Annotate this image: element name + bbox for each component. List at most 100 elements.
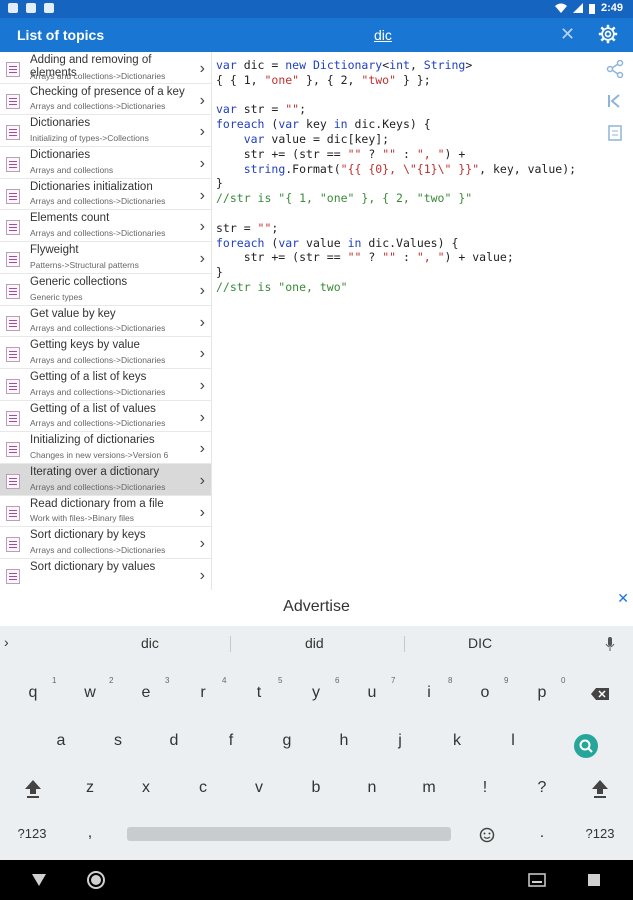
key-m[interactable]: m bbox=[409, 779, 449, 797]
topic-subtitle: Patterns->Structural patterns bbox=[30, 259, 139, 270]
topic-title: Getting of a list of values bbox=[30, 402, 156, 415]
emoji-icon[interactable] bbox=[479, 827, 495, 843]
list-item[interactable]: Checking of presence of a key Arrays and … bbox=[0, 84, 211, 116]
list-item[interactable]: Get value by key Arrays and collections->… bbox=[0, 306, 211, 338]
key-exclamation[interactable]: ! bbox=[465, 779, 505, 797]
chevron-right-icon: › bbox=[199, 281, 205, 299]
list-item-selected[interactable]: Iterating over a dictionary Arrays and co… bbox=[0, 463, 211, 496]
checklist-icon[interactable] bbox=[606, 124, 626, 144]
list-item[interactable]: Initializing of dictionaries Changes in n… bbox=[0, 432, 211, 464]
key-hint: 2 bbox=[109, 676, 114, 685]
symbols-key[interactable]: ?123 bbox=[12, 826, 52, 841]
key-hint: 8 bbox=[448, 676, 453, 685]
chevron-right-icon: › bbox=[199, 313, 205, 331]
clear-search-button[interactable]: ✕ bbox=[560, 24, 575, 45]
keyboard-icon[interactable] bbox=[528, 873, 546, 887]
suggestion-item[interactable]: did bbox=[305, 635, 324, 651]
backspace-icon[interactable] bbox=[590, 687, 610, 701]
key-s[interactable]: s bbox=[98, 732, 138, 750]
comma-key[interactable]: , bbox=[70, 824, 110, 842]
key-f[interactable]: f bbox=[211, 732, 251, 750]
list-item[interactable]: Getting keys by value Arrays and collecti… bbox=[0, 337, 211, 369]
key-u[interactable]: u bbox=[352, 684, 392, 702]
home-icon[interactable] bbox=[86, 870, 106, 890]
key-question[interactable]: ? bbox=[522, 779, 562, 797]
microphone-icon[interactable] bbox=[605, 636, 615, 652]
document-icon bbox=[6, 220, 20, 236]
search-icon bbox=[579, 739, 593, 753]
battery-icon bbox=[588, 3, 595, 14]
key-x[interactable]: x bbox=[126, 779, 166, 797]
key-e[interactable]: e bbox=[126, 684, 166, 702]
space-bar[interactable] bbox=[127, 827, 451, 841]
key-c[interactable]: c bbox=[183, 779, 223, 797]
topic-subtitle: Arrays and collections->Dictionaries bbox=[30, 545, 166, 555]
signal-icon bbox=[572, 3, 583, 13]
shift-icon[interactable] bbox=[24, 779, 42, 799]
ad-banner[interactable]: Advertise bbox=[0, 592, 633, 624]
key-h[interactable]: h bbox=[324, 732, 364, 750]
key-g[interactable]: g bbox=[267, 732, 307, 750]
chevron-right-icon: › bbox=[199, 345, 205, 363]
list-item[interactable]: Read dictionary from a file Work with fil… bbox=[0, 496, 211, 528]
period-key[interactable]: . bbox=[522, 824, 562, 842]
document-icon bbox=[6, 188, 20, 204]
key-w[interactable]: w bbox=[70, 684, 110, 702]
list-item[interactable]: Flyweight Patterns->Structural patterns › bbox=[0, 242, 211, 274]
key-k[interactable]: k bbox=[437, 732, 477, 750]
share-icon[interactable] bbox=[606, 59, 626, 80]
gear-icon[interactable] bbox=[598, 24, 618, 44]
shift-icon[interactable] bbox=[591, 779, 609, 799]
chevron-right-icon: › bbox=[199, 535, 205, 553]
list-item[interactable]: Dictionaries Arrays and collections › bbox=[0, 147, 211, 179]
suggestion-item[interactable]: DIC bbox=[468, 635, 492, 651]
list-item[interactable]: Adding and removing of elements Arrays an… bbox=[0, 52, 211, 84]
topic-subtitle: Work with files->Binary files bbox=[30, 513, 134, 524]
list-item[interactable]: Generic collections Generic types › bbox=[0, 274, 211, 306]
document-icon bbox=[6, 315, 20, 331]
ad-close-button[interactable]: ✕ bbox=[617, 590, 629, 607]
topic-title: Sort dictionary by keys bbox=[30, 529, 146, 542]
collapse-left-icon[interactable] bbox=[606, 92, 626, 112]
key-o[interactable]: o bbox=[465, 684, 505, 702]
topic-title: Elements count bbox=[30, 212, 110, 225]
side-toolbar bbox=[606, 59, 628, 156]
key-r[interactable]: r bbox=[183, 684, 223, 702]
suggestion-item[interactable]: dic bbox=[141, 635, 159, 651]
key-n[interactable]: n bbox=[352, 779, 392, 797]
topic-title: Getting of a list of keys bbox=[30, 370, 147, 383]
key-d[interactable]: d bbox=[154, 732, 194, 750]
document-icon bbox=[6, 283, 20, 299]
list-item[interactable]: Dictionaries Initializing of types->Colle… bbox=[0, 115, 211, 148]
recents-icon[interactable] bbox=[587, 873, 601, 887]
list-item[interactable]: Dictionaries initialization Arrays and co… bbox=[0, 179, 211, 211]
document-icon bbox=[6, 442, 20, 458]
document-icon bbox=[6, 410, 20, 426]
back-icon[interactable] bbox=[31, 873, 47, 887]
key-p[interactable]: p bbox=[522, 684, 562, 702]
list-item[interactable]: Elements count Arrays and collections->Di… bbox=[0, 210, 211, 243]
key-i[interactable]: i bbox=[409, 684, 449, 702]
key-a[interactable]: a bbox=[41, 732, 81, 750]
list-item[interactable]: Getting of a list of keys Arrays and coll… bbox=[0, 369, 211, 401]
list-item[interactable]: Sort dictionary by keys Arrays and collec… bbox=[0, 527, 211, 559]
list-item[interactable]: Getting of a list of values Arrays and co… bbox=[0, 401, 211, 433]
key-v[interactable]: v bbox=[239, 779, 279, 797]
search-key-button[interactable] bbox=[574, 734, 598, 758]
chevron-right-icon[interactable]: › bbox=[4, 634, 9, 650]
key-t[interactable]: t bbox=[239, 684, 279, 702]
chevron-right-icon: › bbox=[199, 60, 205, 77]
list-item[interactable]: Sort dictionary by values › bbox=[0, 559, 211, 590]
page-title: List of topics bbox=[17, 27, 105, 43]
symbols-key-right[interactable]: ?123 bbox=[580, 826, 620, 841]
topic-list[interactable]: Adding and removing of elements Arrays an… bbox=[0, 52, 212, 590]
key-y[interactable]: y bbox=[296, 684, 336, 702]
key-j[interactable]: j bbox=[380, 732, 420, 750]
document-icon bbox=[6, 157, 20, 173]
chevron-right-icon: › bbox=[199, 376, 205, 394]
key-l[interactable]: l bbox=[493, 732, 533, 750]
search-input[interactable]: dic bbox=[374, 27, 392, 43]
key-z[interactable]: z bbox=[70, 779, 110, 797]
key-q[interactable]: q bbox=[13, 684, 53, 702]
key-b[interactable]: b bbox=[296, 779, 336, 797]
